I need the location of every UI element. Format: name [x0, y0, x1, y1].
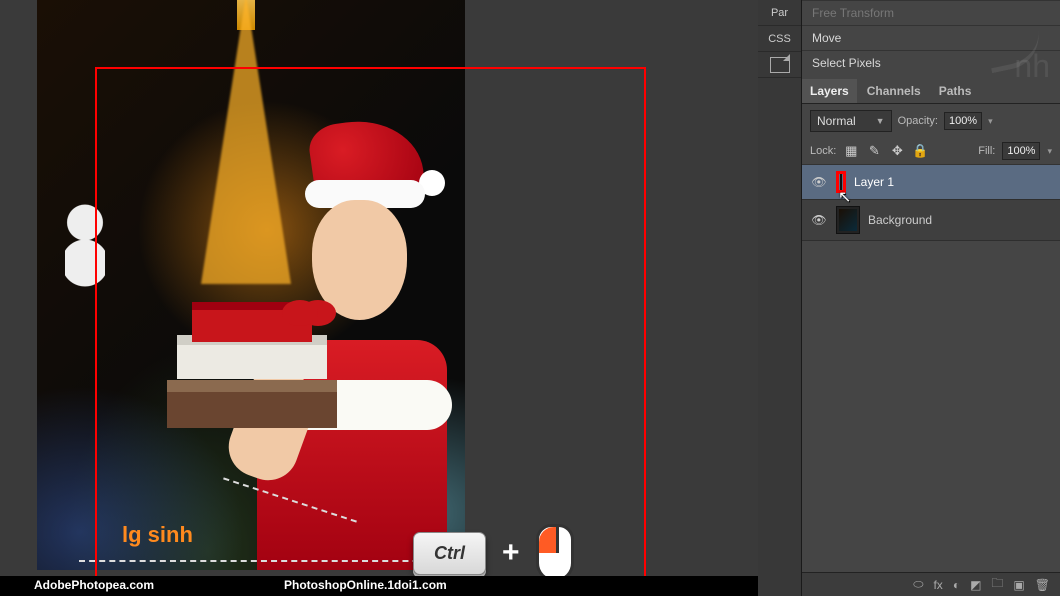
gift-box-bottom — [167, 380, 337, 428]
fill-input[interactable]: 100% — [1002, 142, 1040, 160]
lock-all-icon[interactable]: 🔒 — [912, 143, 928, 159]
ctrl-key: Ctrl — [413, 532, 486, 575]
lock-row: Lock: ▦ ✎ ✥ 🔒 Fill: 100% ▾ — [802, 138, 1060, 165]
mouse-left-click-icon — [536, 524, 574, 582]
layer-row-background[interactable]: 👁 Background — [802, 200, 1060, 241]
selection-marching-ants — [79, 560, 459, 562]
context-free-transform[interactable]: Free Transform — [802, 0, 1060, 25]
tutorial-highlight-thumb — [836, 171, 846, 193]
bg-snowman — [65, 200, 105, 290]
chevron-down-icon: ▼ — [876, 116, 885, 126]
footer-link-left: AdobePhotopea.com — [34, 578, 154, 594]
visibility-toggle-icon[interactable]: 👁 — [810, 213, 828, 227]
image-icon — [770, 57, 790, 73]
canvas-area[interactable]: lg sinh Ctrl + AdobePhotopea.com Photosh… — [0, 0, 758, 596]
fill-slider-toggle[interactable]: ▾ — [1047, 146, 1052, 157]
layer-effects-icon[interactable]: fx — [933, 578, 942, 592]
layers-panel-footer: ⬭ fx ◐ ◩ 🗀 ▣ 🗑 — [802, 572, 1060, 596]
tab-layers[interactable]: Layers — [802, 79, 857, 103]
lock-transparent-pixels-icon[interactable]: ▦ — [843, 143, 859, 159]
document-canvas[interactable]: lg sinh — [37, 0, 465, 570]
delete-layer-icon[interactable]: 🗑 — [1035, 578, 1050, 592]
layer-list: 👁 Layer 1 ↖ 👁 Background — [802, 165, 1060, 241]
tab-css[interactable]: CSS — [758, 26, 801, 52]
new-folder-icon[interactable]: 🗀 — [991, 574, 1003, 595]
opacity-label: Opacity: — [898, 115, 938, 127]
canvas-watermark-logo: lg sinh — [122, 522, 193, 548]
lock-image-pixels-icon[interactable]: ✎ — [866, 143, 882, 159]
lock-position-icon[interactable]: ✥ — [889, 143, 905, 159]
right-panel: Free Transform Move Select Pixels Layers… — [802, 0, 1060, 596]
tab-paths[interactable]: Paths — [931, 79, 980, 103]
footer-bar: AdobePhotopea.com PhotoshopOnline.1doi1.… — [0, 576, 758, 596]
opacity-slider-toggle[interactable]: ▾ — [988, 116, 993, 127]
footer-link-right: PhotoshopOnline.1doi1.com — [284, 578, 447, 594]
panel-tabs: Layers Channels Paths — [802, 79, 1060, 104]
layer-name[interactable]: Background — [868, 213, 932, 227]
adjustment-layer-icon[interactable]: ◩ — [970, 578, 981, 592]
add-mask-icon[interactable]: ◐ — [953, 578, 960, 592]
opacity-input[interactable]: 100% — [944, 112, 982, 130]
blend-mode-row: Normal ▼ Opacity: 100% ▾ — [802, 104, 1060, 138]
layer-row-layer1[interactable]: 👁 Layer 1 ↖ — [802, 165, 1060, 200]
visibility-toggle-icon[interactable]: 👁 — [810, 175, 828, 189]
fill-label: Fill: — [978, 145, 995, 157]
lock-label: Lock: — [810, 145, 836, 157]
tab-image-asset[interactable] — [758, 52, 801, 78]
blend-mode-dropdown[interactable]: Normal ▼ — [810, 110, 892, 132]
blend-mode-value: Normal — [817, 114, 856, 128]
collapsed-panel-tabs: Par CSS — [758, 0, 802, 596]
subject-face — [312, 200, 407, 320]
layer-thumbnail[interactable] — [836, 206, 860, 234]
new-layer-icon[interactable]: ▣ — [1013, 578, 1024, 592]
tab-channels[interactable]: Channels — [859, 79, 929, 103]
tab-paragraph[interactable]: Par — [758, 0, 801, 26]
layer-name[interactable]: Layer 1 — [854, 175, 894, 189]
gift-bow — [282, 300, 318, 326]
shortcut-hint: Ctrl + — [413, 524, 574, 582]
plus-icon: + — [502, 536, 520, 570]
layer-thumbnail[interactable] — [840, 174, 842, 190]
link-layers-icon[interactable]: ⬭ — [913, 577, 923, 592]
